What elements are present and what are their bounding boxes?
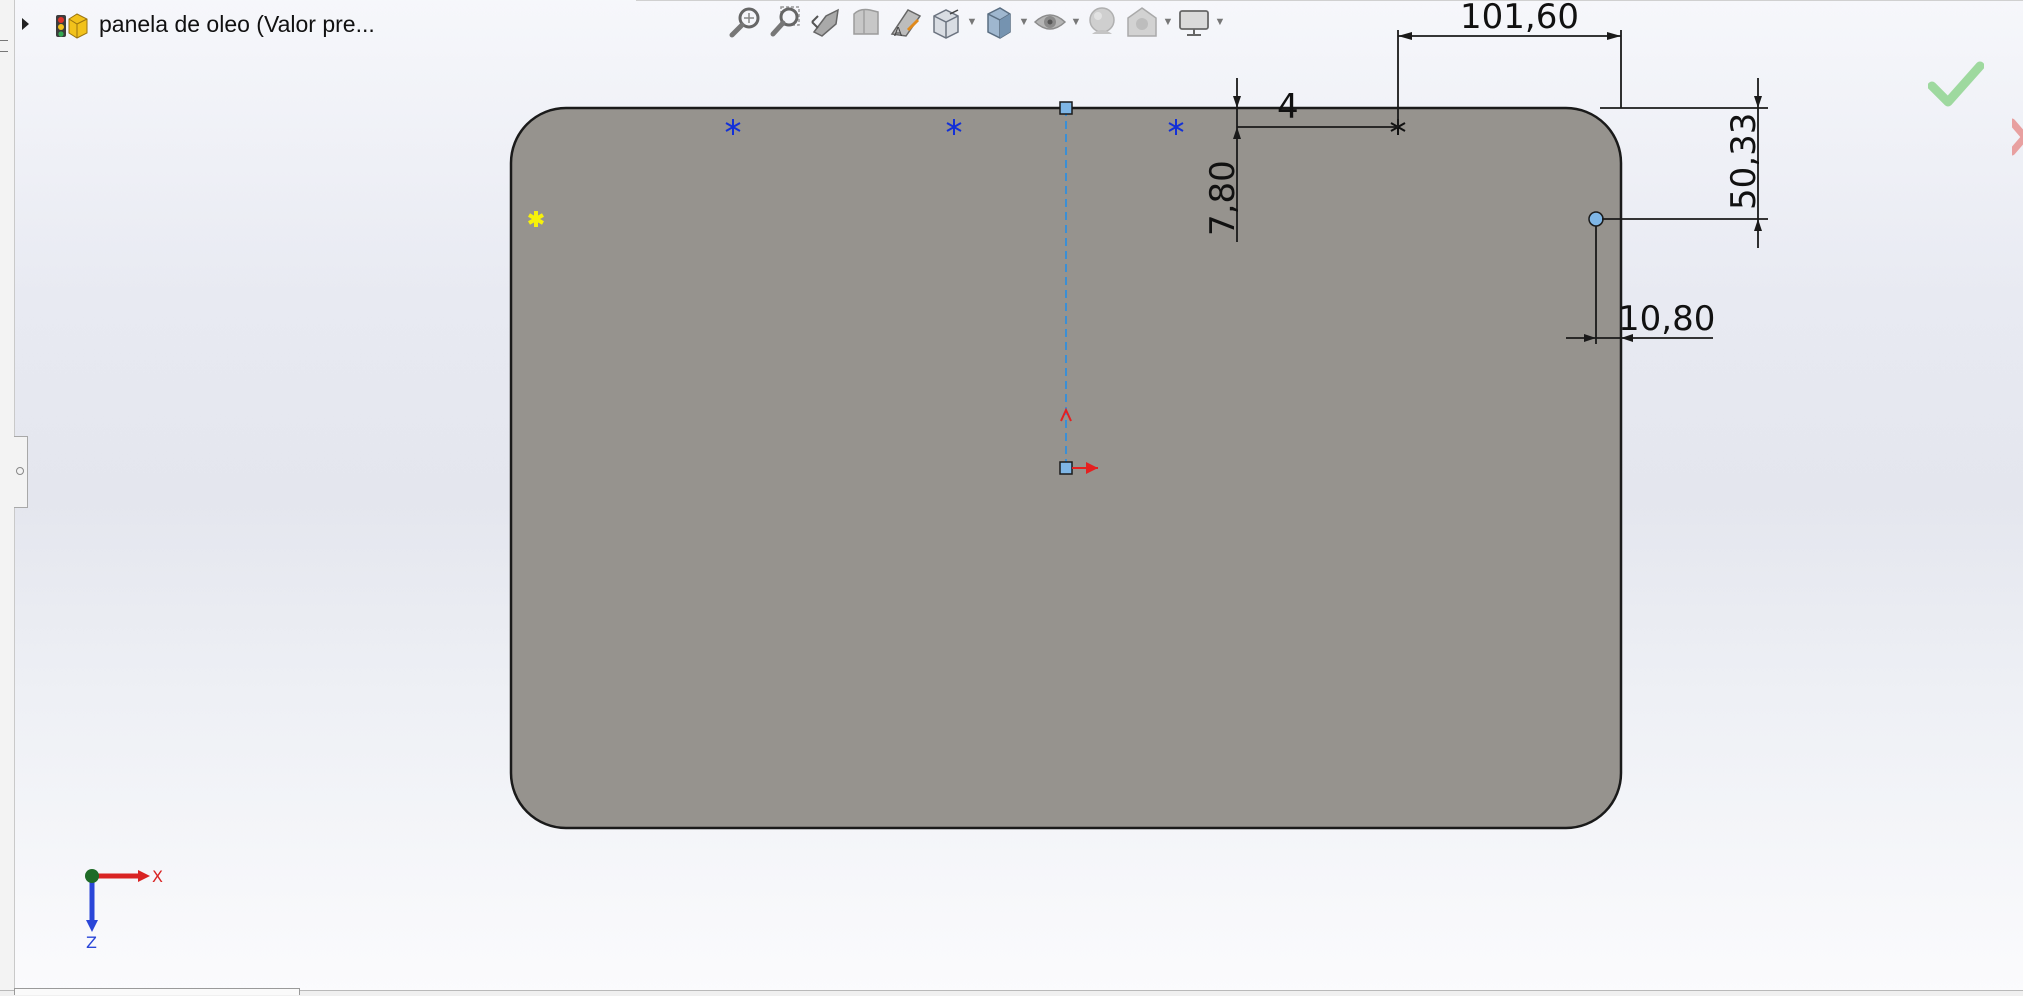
- triad-z-label: Z: [86, 933, 97, 952]
- triad-x-label: X: [152, 867, 163, 886]
- bottom-active-tab[interactable]: [14, 988, 300, 995]
- origin-point-handle[interactable]: [1059, 461, 1073, 475]
- triad-x-arrowhead: [138, 870, 150, 882]
- dimension-right-offset-value[interactable]: 10,80: [1618, 299, 1715, 339]
- dimension-top-width-value[interactable]: 101,60: [1460, 0, 1579, 37]
- sketch-graphics-area[interactable]: 101,60 4 7,80 50,33 10,80: [0, 0, 2023, 995]
- triad-z-arrowhead: [86, 920, 98, 932]
- dimension-small-offset-value[interactable]: 4: [1277, 87, 1299, 127]
- top-midpoint-handle[interactable]: [1059, 101, 1073, 115]
- dimension-vertical-offset-value[interactable]: 7,80: [1203, 160, 1243, 236]
- hole-center-point[interactable]: [1588, 211, 1604, 227]
- bottom-tab-strip: [0, 990, 2023, 996]
- dimension-right-height-value[interactable]: 50,33: [1724, 113, 1764, 210]
- reference-triad: X Z: [85, 867, 163, 952]
- triad-origin-ball: [85, 869, 99, 883]
